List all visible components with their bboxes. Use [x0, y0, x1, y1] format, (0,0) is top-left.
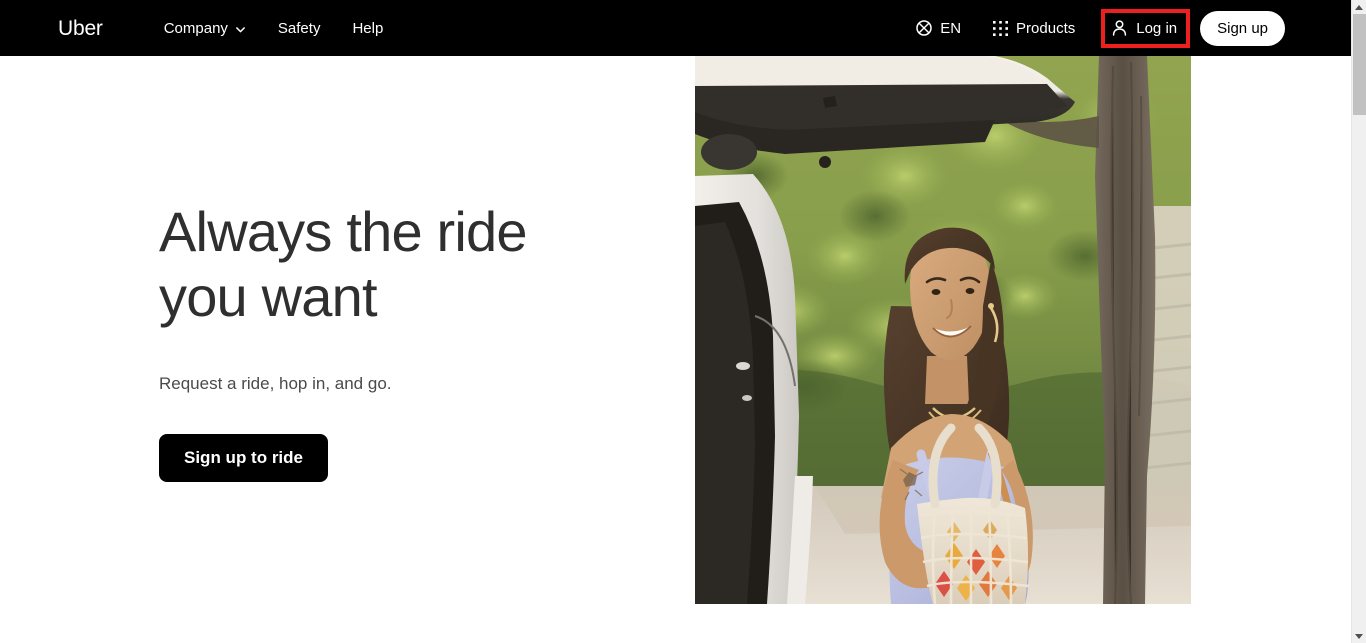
nav-right-group: EN Products Log in Sign up: [916, 0, 1285, 56]
scrollbar-thumb[interactable]: [1353, 14, 1366, 115]
hero-section: Always the ride you want Request a ride,…: [0, 56, 1351, 643]
scroll-up-arrow-icon[interactable]: [1352, 0, 1366, 14]
nav-link-safety[interactable]: Safety: [278, 20, 321, 37]
vertical-scrollbar[interactable]: [1351, 0, 1366, 643]
signup-to-ride-button[interactable]: Sign up to ride: [159, 433, 328, 482]
nav-link-help-label: Help: [352, 19, 384, 37]
login-highlight-box: Log in: [1101, 8, 1191, 48]
products-label: Products: [1016, 19, 1076, 37]
hero-title-line-1: Always the ride: [159, 200, 528, 263]
language-label: EN: [940, 19, 962, 37]
hero-subtitle: Request a ride, hop in, and go.: [159, 373, 392, 393]
top-navigation-bar: Uber Company Safety Help EN Products Log…: [0, 0, 1351, 56]
hero-photo: [695, 56, 1191, 604]
products-menu[interactable]: Products: [993, 20, 1075, 37]
nav-link-company[interactable]: Company: [164, 20, 246, 37]
scroll-down-arrow-icon[interactable]: [1352, 629, 1366, 643]
nav-link-company-label: Company: [163, 19, 228, 37]
login-button[interactable]: Log in: [1112, 20, 1177, 37]
globe-icon: [916, 20, 932, 36]
nav-links-group: Company Safety Help: [164, 20, 384, 37]
nav-link-safety-label: Safety: [277, 19, 321, 37]
language-selector[interactable]: EN: [916, 20, 961, 37]
signup-button[interactable]: Sign up: [1200, 10, 1285, 46]
page-title: Always the ride you want: [159, 200, 639, 330]
nav-left-group: Uber Company Safety Help: [58, 18, 383, 39]
page-root: Uber Company Safety Help EN Products Log…: [0, 0, 1366, 643]
uber-logo[interactable]: Uber: [58, 18, 103, 39]
scroll-up-arrow-glyph: [1355, 4, 1363, 10]
login-label: Log in: [1136, 19, 1178, 37]
grid-apps-icon: [993, 20, 1009, 36]
hero-copy-block: Always the ride you want Request a ride,…: [159, 200, 639, 482]
nav-link-help[interactable]: Help: [352, 20, 383, 37]
person-icon: [1112, 20, 1127, 36]
scroll-down-arrow-glyph: [1355, 633, 1363, 639]
browser-viewport: Uber Company Safety Help EN Products Log…: [0, 0, 1351, 643]
hero-title-line-2: you want: [159, 264, 378, 328]
chevron-down-icon: [235, 24, 246, 35]
